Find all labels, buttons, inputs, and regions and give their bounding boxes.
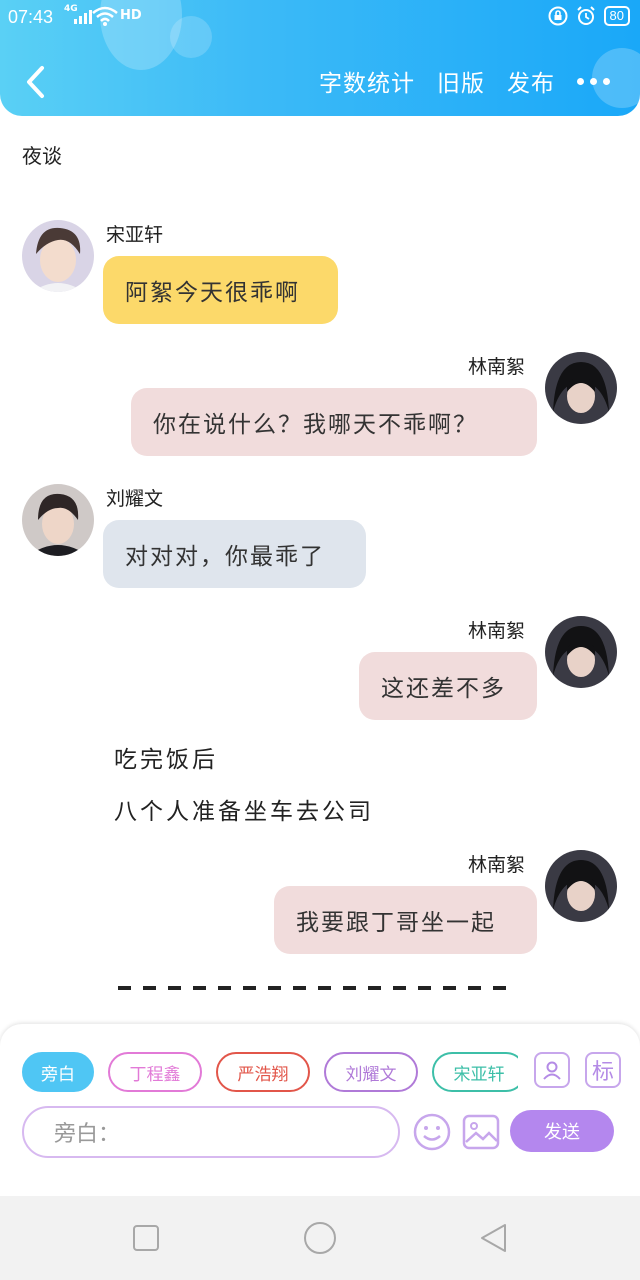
message-bubble[interactable]: 阿絮今天很乖啊 — [103, 256, 338, 324]
speaker-name: 林南絮 — [468, 356, 526, 378]
story-title: 夜谈 — [22, 144, 62, 168]
speaker-name: 宋亚轩 — [106, 224, 164, 246]
chip-ding-chengxin[interactable]: 丁程鑫 — [108, 1052, 202, 1092]
message-bubble[interactable]: 这还差不多 — [359, 652, 537, 720]
lock-rotation-icon — [548, 6, 568, 26]
more-icon[interactable] — [577, 66, 610, 96]
status-bar: 07:43 4G HD 80 — [0, 0, 640, 34]
status-time: 07:43 — [8, 7, 54, 27]
avatar-lin-nanxu[interactable] — [545, 616, 617, 688]
speaker-name: 林南絮 — [468, 854, 526, 876]
status-right: 80 — [548, 6, 630, 26]
emoji-icon[interactable] — [412, 1112, 452, 1152]
battery-indicator: 80 — [603, 6, 630, 26]
avatar-lin-nanxu[interactable] — [545, 850, 617, 922]
image-icon[interactable] — [462, 1114, 500, 1150]
top-header: 07:43 4G HD 80 字数统计 旧版 发布 — [0, 0, 640, 116]
signal-icon — [74, 8, 92, 24]
chat-story-editor: 07:43 4G HD 80 字数统计 旧版 发布 夜谈 宋亚轩 阿絮今天很乖啊… — [0, 0, 640, 1280]
chip-liu-yaowen[interactable]: 刘耀文 — [324, 1052, 418, 1092]
speaker-name: 刘耀文 — [106, 488, 164, 510]
chip-narrator[interactable]: 旁白 — [22, 1052, 94, 1092]
send-button[interactable]: 发送 — [510, 1110, 614, 1152]
message-bubble[interactable]: 对对对，你最乖了 — [103, 520, 366, 588]
message-bubble[interactable]: 我要跟丁哥坐一起 — [274, 886, 537, 954]
back-icon[interactable] — [478, 1222, 508, 1254]
header-actions: 字数统计 旧版 发布 — [319, 64, 610, 98]
back-arrow-icon[interactable] — [22, 62, 52, 102]
system-nav-bar — [0, 1196, 640, 1280]
speaker-name: 林南絮 — [468, 620, 526, 642]
chip-song-yaxuan[interactable]: 宋亚轩 — [432, 1052, 518, 1092]
narration-line[interactable]: 八个人准备坐车去公司 — [114, 792, 374, 826]
avatar-liu-yaowen[interactable] — [22, 484, 94, 556]
composer-panel: 旁白 丁程鑫 严浩翔 刘耀文 宋亚轩 标 旁白： 发送 — [0, 1024, 640, 1196]
publish-button[interactable]: 发布 — [507, 64, 555, 98]
message-bubble[interactable]: 你在说什么？我哪天不乖啊？ — [131, 388, 537, 456]
role-chips: 旁白 丁程鑫 严浩翔 刘耀文 宋亚轩 — [22, 1052, 518, 1094]
narration-line[interactable]: 吃完饭后 — [114, 740, 218, 774]
hd-badge: HD — [120, 8, 142, 23]
mark-icon[interactable]: 标 — [585, 1052, 621, 1088]
message-input[interactable]: 旁白： — [22, 1106, 400, 1158]
word-count-button[interactable]: 字数统计 — [319, 64, 415, 98]
avatar-song-yaxuan[interactable] — [22, 220, 94, 292]
wifi-icon — [92, 6, 118, 26]
avatar-lin-nanxu[interactable] — [545, 352, 617, 424]
recent-apps-icon[interactable] — [132, 1224, 160, 1252]
old-version-button[interactable]: 旧版 — [437, 64, 485, 98]
section-divider — [118, 986, 510, 990]
add-character-icon[interactable] — [534, 1052, 570, 1088]
chip-yan-haoxiang[interactable]: 严浩翔 — [216, 1052, 310, 1092]
alarm-icon — [576, 6, 595, 25]
home-icon[interactable] — [303, 1221, 337, 1255]
